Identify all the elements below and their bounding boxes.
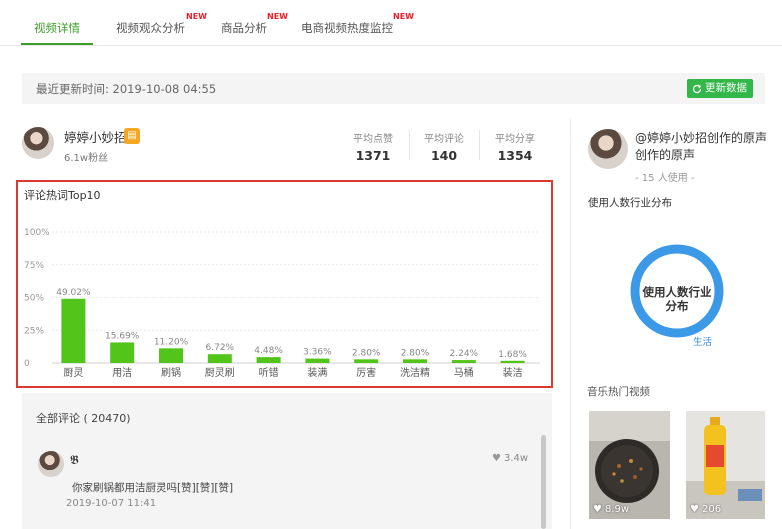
comments-header: 全部评论 ( 20470): [36, 412, 131, 425]
chart-bar: [500, 360, 525, 363]
y-tick-label: 25%: [24, 326, 44, 336]
comment-likes[interactable]: ♥ 3.4w: [492, 453, 528, 464]
comments-panel: 全部评论 ( 20470) 𝕭 ♥ 3.4w 你家刷锅都用洁厨灵吗[赞][赞][…: [22, 393, 552, 529]
heart-icon: ♥: [593, 504, 602, 515]
bar-value-label: 11.20%: [154, 337, 189, 347]
update-bar: 最近更新时间: 2019-10-08 04:55 更新数据: [22, 73, 765, 104]
verified-badge-icon: ▤: [124, 128, 140, 144]
pan-image: [589, 411, 670, 519]
chart-bar: [451, 360, 476, 363]
y-tick-label: 0: [24, 359, 30, 369]
bar-value-label: 3.36%: [303, 348, 332, 358]
divider: [570, 118, 571, 529]
video-thumbnail[interactable]: ♥ 8.9w: [589, 411, 670, 519]
follower-count: 6.1w粉丝: [64, 153, 109, 164]
heart-icon: ♥: [690, 504, 699, 515]
comment-hotwords-chart: 评论热词Top10 0 25% 50% 75% 100% 49.02% 厨灵 15.69% 用洁…: [16, 180, 553, 388]
avg-likes-value: 1371: [355, 148, 391, 163]
video-play-count: ♥ 206: [690, 504, 721, 515]
bar-value-label: 1.68%: [498, 350, 527, 360]
tab-audience-analysis[interactable]: 视频观众分析 NEW: [116, 12, 207, 36]
x-tick-label: 装满: [307, 366, 327, 379]
tab-label: 电商视频热度监控: [301, 21, 393, 35]
tab-label: 视频观众分析: [116, 21, 185, 35]
video-like-count: 206: [701, 504, 722, 515]
tab-bar: 视频详情 视频观众分析 NEW 商品分析 NEW 电商视频热度监控 NEW: [0, 0, 782, 46]
avg-shares-value: 1354: [497, 148, 533, 163]
new-badge: NEW: [267, 12, 288, 21]
chart-bar: [305, 358, 330, 363]
chart-bar: [403, 359, 427, 363]
bar-value-label: 49.02%: [56, 288, 91, 298]
avg-comments-label: 平均评论: [424, 134, 464, 145]
chart-bar: [207, 354, 232, 363]
chart-bar: [354, 359, 379, 363]
tab-ecommerce-heat-monitor[interactable]: 电商视频热度监控 NEW: [301, 12, 414, 36]
author-name[interactable]: 婷婷小妙招: [64, 127, 127, 146]
refresh-data-label: 更新数据: [705, 82, 747, 94]
video-like-count: 8.9w: [604, 504, 630, 515]
donut-center-label: 使用人数行业分布: [642, 285, 712, 313]
x-tick-label: 刷锅: [161, 367, 181, 379]
x-tick-label: 用洁: [112, 366, 132, 379]
comments-scrollbar[interactable]: [541, 435, 546, 529]
heart-icon: ♥: [492, 453, 501, 464]
chart-bar: [256, 357, 281, 363]
tab-label: 商品分析: [221, 21, 267, 35]
music-title[interactable]: @婷婷小妙招创作的原声 创作的原声: [635, 130, 775, 164]
bar-value-label: 4.48%: [254, 346, 283, 356]
new-badge: NEW: [393, 12, 414, 21]
video-play-count: ♥ 8.9w: [593, 504, 629, 515]
comment-avatar[interactable]: [38, 451, 64, 477]
chart-bar: [159, 348, 183, 363]
refresh-icon: [692, 84, 702, 93]
y-tick-label: 50%: [24, 294, 44, 304]
avatar[interactable]: [22, 127, 54, 159]
music-avatar[interactable]: [588, 129, 628, 169]
video-thumbnail[interactable]: ♥ 206: [686, 411, 765, 519]
bar-value-label: 2.80%: [352, 348, 381, 358]
last-update-time: 最近更新时间: 2019-10-08 04:55: [36, 82, 217, 96]
chart-bar: [61, 298, 86, 363]
x-tick-label: 厨灵刷: [205, 367, 235, 379]
chart-bar: [110, 342, 135, 363]
comment-like-count: 3.4w: [503, 453, 529, 464]
donut-legend-label: 生活: [693, 337, 713, 348]
detergent-bottle-image: [686, 411, 765, 519]
tab-label: 视频详情: [34, 21, 80, 35]
industry-distribution-title: 使用人数行业分布: [588, 197, 672, 209]
bar-value-label: 2.24%: [450, 349, 479, 359]
x-tick-label: 厉害: [356, 366, 376, 379]
bar-value-label: 15.69%: [105, 331, 140, 341]
x-tick-label: 马桶: [454, 366, 474, 379]
avg-comments-value: 140: [430, 148, 458, 163]
tab-video-details[interactable]: 视频详情: [34, 20, 80, 36]
y-tick-label: 100%: [24, 228, 50, 238]
hot-videos-title: 音乐热门视频: [587, 386, 650, 398]
active-tab-indicator: [21, 43, 93, 45]
comment-username[interactable]: 𝕭: [70, 453, 79, 468]
tab-product-analysis[interactable]: 商品分析 NEW: [221, 12, 288, 36]
new-badge: NEW: [186, 12, 207, 21]
comment-time: 2019-10-07 11:41: [66, 498, 157, 509]
comment-text: 你家刷锅都用洁厨灵吗[赞][赞][赞]: [72, 482, 234, 494]
music-usage-count: - 15 人使用 -: [635, 173, 695, 184]
avg-shares-label: 平均分享: [495, 134, 535, 145]
avg-likes-label: 平均点赞: [353, 134, 393, 145]
bar-value-label: 6.72%: [206, 343, 235, 353]
refresh-data-button[interactable]: 更新数据: [687, 79, 753, 98]
x-tick-label: 洗洁精: [400, 366, 430, 379]
x-tick-label: 厨灵: [63, 367, 83, 379]
bar-value-label: 2.80%: [401, 348, 430, 358]
y-tick-label: 75%: [24, 261, 44, 271]
x-tick-label: 装洁: [503, 366, 523, 379]
bar-chart: 0 25% 50% 75% 100% 49.02% 厨灵 15.69% 用洁 11.20% 刷锅 6.…: [24, 228, 540, 379]
x-tick-label: 听错: [259, 366, 279, 379]
